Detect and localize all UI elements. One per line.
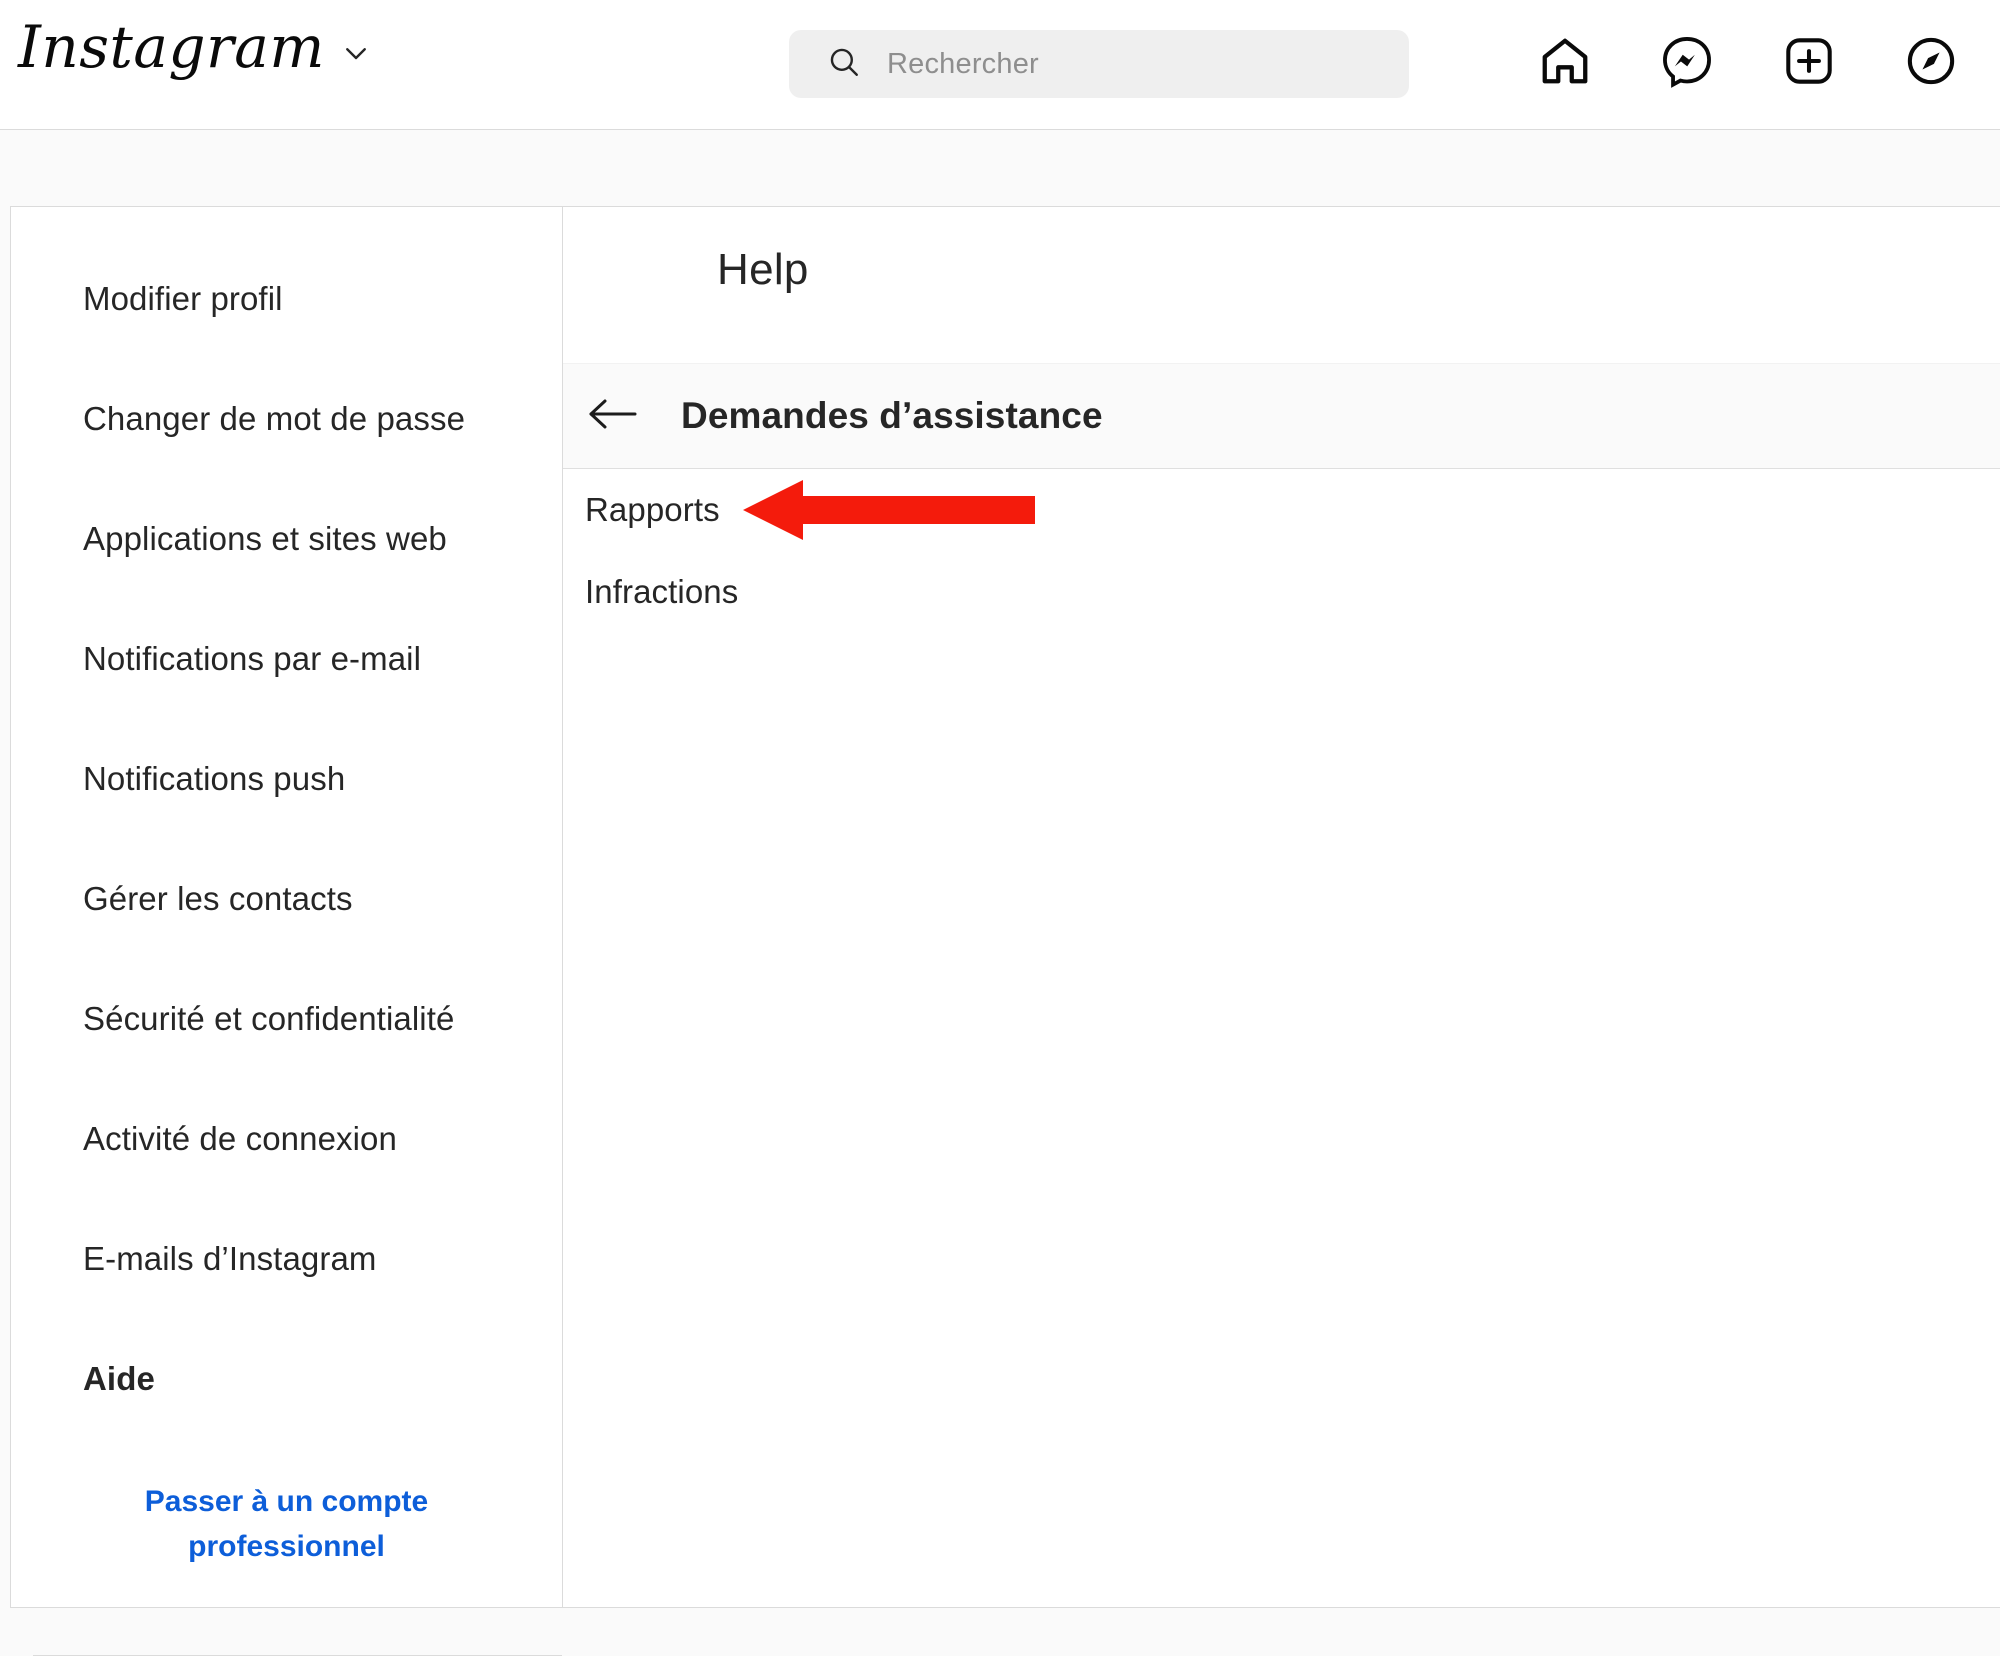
sidebar-item-manage-contacts[interactable]: Gérer les contacts — [11, 839, 562, 959]
arrow-left-icon[interactable] — [585, 394, 641, 439]
settings-card: Modifier profil Changer de mot de passe … — [10, 206, 2000, 1656]
sidebar-item-security-privacy[interactable]: Sécurité et confidentialité — [11, 959, 562, 1079]
sidebar-item-label: Applications et sites web — [83, 520, 447, 557]
infractions-link[interactable]: Infractions — [585, 573, 738, 611]
navigation-icons — [1538, 34, 1958, 93]
sidebar-item-label: Notifications push — [83, 760, 346, 797]
sidebar-item-label: Changer de mot de passe — [83, 400, 466, 437]
sidebar-item-apps-and-websites[interactable]: Applications et sites web — [11, 479, 562, 599]
brand-area[interactable]: Instagram — [18, 18, 371, 84]
sidebar-item-email-notifications[interactable]: Notifications par e-mail — [11, 599, 562, 719]
sidebar-item-label: Notifications par e-mail — [83, 640, 422, 677]
list-item-rapports[interactable]: Rapports — [563, 469, 2000, 551]
search-placeholder: Rechercher — [887, 47, 1039, 80]
sidebar-item-help[interactable]: Aide — [11, 1319, 562, 1439]
list-item-infractions[interactable]: Infractions — [563, 551, 2000, 633]
rapports-link[interactable]: Rapports — [585, 491, 720, 529]
explore-compass-icon[interactable] — [1904, 34, 1958, 93]
page-body: Modifier profil Changer de mot de passe … — [0, 130, 2000, 1656]
chevron-down-icon[interactable] — [341, 38, 371, 73]
annotation-arrow-left-icon — [739, 474, 1039, 551]
sidebar-item-instagram-emails[interactable]: E-mails d’Instagram — [11, 1199, 562, 1319]
sidebar-item-label: Activité de connexion — [83, 1120, 397, 1157]
search-icon — [827, 45, 861, 84]
top-navigation-bar: Instagram Rechercher — [0, 0, 2000, 130]
instagram-logo[interactable]: Instagram — [18, 18, 325, 84]
sidebar-item-label: Aide — [83, 1360, 155, 1397]
sidebar-item-change-password[interactable]: Changer de mot de passe — [11, 359, 562, 479]
switch-to-professional-account-link[interactable]: Passer à un compte professionnel — [11, 1479, 562, 1569]
page-title: Help — [717, 245, 809, 294]
search-input[interactable]: Rechercher — [789, 30, 1409, 98]
support-requests-title: Demandes d’assistance — [681, 395, 1103, 436]
messenger-icon[interactable] — [1660, 34, 1714, 93]
sidebar-item-login-activity[interactable]: Activité de connexion — [11, 1079, 562, 1199]
sidebar-item-push-notifications[interactable]: Notifications push — [11, 719, 562, 839]
sidebar-item-label: Gérer les contacts — [83, 880, 353, 917]
sidebar-item-label: Modifier profil — [83, 280, 283, 317]
sidebar-item-edit-profile[interactable]: Modifier profil — [11, 239, 562, 359]
sidebar-item-label: Sécurité et confidentialité — [83, 1000, 455, 1037]
new-post-icon[interactable] — [1782, 34, 1836, 93]
support-requests-header[interactable]: Demandes d’assistance — [563, 363, 2000, 469]
sidebar-item-label: E-mails d’Instagram — [83, 1240, 377, 1277]
home-icon[interactable] — [1538, 34, 1592, 93]
settings-sidebar: Modifier profil Changer de mot de passe … — [11, 207, 563, 1656]
settings-content: Help Demandes d’assistance Rapports Infr… — [563, 207, 2000, 1607]
